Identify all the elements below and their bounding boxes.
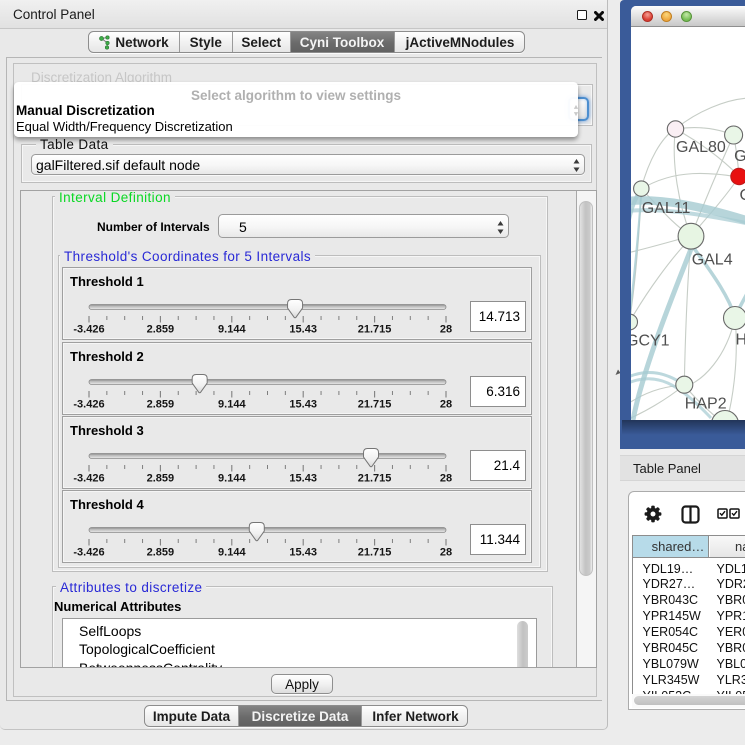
svg-text:15.43: 15.43 <box>289 547 317 559</box>
svg-text:9.144: 9.144 <box>218 547 246 559</box>
svg-text:2.859: 2.859 <box>147 473 175 485</box>
svg-text:GAL11: GAL11 <box>642 200 691 217</box>
svg-text:GAL3: GAL3 <box>734 148 745 165</box>
svg-text:Threshold 4: Threshold 4 <box>70 497 144 512</box>
svg-text:-3.426: -3.426 <box>73 547 104 559</box>
svg-text:2.859: 2.859 <box>147 547 175 559</box>
svg-text:28: 28 <box>440 324 452 336</box>
svg-text:2.859: 2.859 <box>147 399 175 411</box>
svg-text:Threshold 2: Threshold 2 <box>70 349 144 364</box>
svg-text:21.715: 21.715 <box>358 473 392 485</box>
svg-text:15.43: 15.43 <box>289 473 317 485</box>
svg-text:2.859: 2.859 <box>147 324 175 336</box>
svg-text:28: 28 <box>440 473 452 485</box>
svg-text:GAL80: GAL80 <box>676 139 726 156</box>
svg-text:28: 28 <box>440 547 452 559</box>
svg-text:15.43: 15.43 <box>289 399 317 411</box>
svg-text:9.144: 9.144 <box>218 399 246 411</box>
svg-text:9.144: 9.144 <box>218 324 246 336</box>
svg-text:-3.426: -3.426 <box>73 473 104 485</box>
svg-text:28: 28 <box>440 399 452 411</box>
svg-text:15.43: 15.43 <box>289 324 317 336</box>
svg-text:9.144: 9.144 <box>218 473 246 485</box>
svg-text:Threshold 3: Threshold 3 <box>70 423 144 438</box>
svg-text:-3.426: -3.426 <box>73 324 104 336</box>
svg-text:GCY1: GCY1 <box>631 333 670 350</box>
svg-text:HIS4: HIS4 <box>736 332 745 349</box>
svg-text:HAP2: HAP2 <box>685 396 727 413</box>
svg-text:-3.426: -3.426 <box>73 399 104 411</box>
svg-text:21.715: 21.715 <box>358 399 392 411</box>
svg-text:21.715: 21.715 <box>358 547 392 559</box>
svg-text:21.715: 21.715 <box>358 324 392 336</box>
svg-text:GAL4: GAL4 <box>692 252 733 269</box>
svg-text:Threshold 1: Threshold 1 <box>70 274 144 289</box>
svg-text:CDC2: CDC2 <box>740 187 745 204</box>
